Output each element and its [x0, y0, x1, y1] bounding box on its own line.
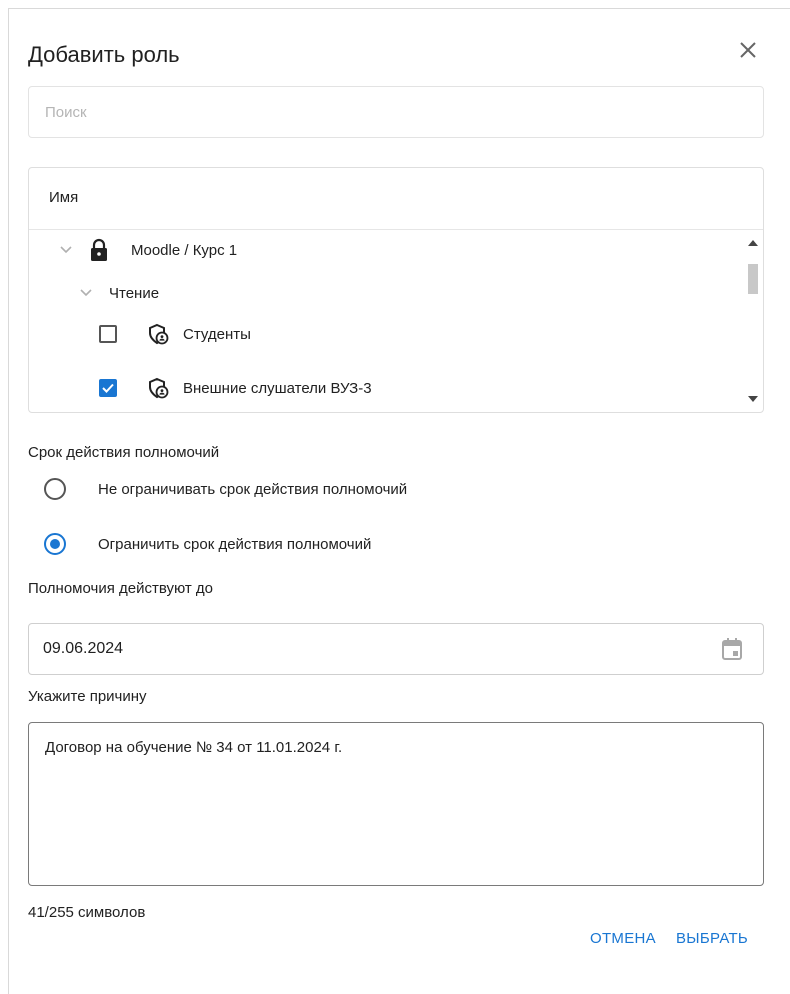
chevron-down-icon[interactable] [79, 286, 93, 300]
reason-label: Укажите причину [28, 688, 147, 705]
tree-row-root[interactable]: Moodle / Курс 1 [59, 238, 237, 262]
scroll-down-arrow-icon[interactable] [748, 396, 758, 402]
tree-root-label: Moodle / Курс 1 [131, 241, 238, 259]
tree-row-group[interactable]: Чтение [79, 283, 159, 303]
item-label: Студенты [183, 325, 251, 343]
char-counter: 41/255 символов [28, 904, 146, 921]
tree-item-row[interactable]: Студенты [99, 322, 251, 346]
radio-label: Ограничить срок действия полномочий [98, 535, 372, 553]
tree-scrollbar[interactable] [743, 230, 763, 412]
scroll-thumb[interactable] [748, 264, 758, 294]
item-checkbox-checked[interactable] [99, 379, 117, 397]
item-label: Внешние слушатели ВУЗ-3 [183, 379, 372, 397]
chevron-down-icon[interactable] [59, 243, 73, 257]
radio-label: Не ограничивать срок действия полномочий [98, 480, 408, 498]
radio-limited-term[interactable]: Ограничить срок действия полномочий [44, 533, 371, 555]
calendar-icon[interactable] [721, 637, 743, 661]
valid-until-date-field[interactable]: 09.06.2024 [28, 623, 764, 675]
close-icon[interactable] [736, 38, 760, 62]
search-input[interactable] [28, 86, 764, 138]
item-checkbox[interactable] [99, 325, 117, 343]
radio-button[interactable] [44, 478, 66, 500]
lock-icon [91, 238, 107, 261]
shield-user-icon [149, 377, 169, 399]
column-header-name: Имя [29, 168, 763, 230]
cancel-button[interactable]: ОТМЕНА [590, 930, 656, 947]
reason-textarea[interactable]: Договор на обучение № 34 от 11.01.2024 г… [28, 722, 764, 886]
term-label: Срок действия полномочий [28, 444, 220, 461]
radio-unlimited-term[interactable]: Не ограничивать срок действия полномочий [44, 478, 407, 500]
roles-table: Имя Moodle / Курс 1 Чтение Студенты Внеш… [28, 167, 764, 413]
shield-user-icon [149, 323, 169, 345]
select-button[interactable]: ВЫБРАТЬ [676, 930, 748, 947]
check-icon [102, 383, 114, 393]
valid-until-label: Полномочия действуют до [28, 580, 214, 597]
tree-group-label: Чтение [109, 284, 160, 302]
tree-item-row[interactable]: Внешние слушатели ВУЗ-3 [99, 376, 372, 400]
dialog-title: Добавить роль [28, 42, 180, 67]
scroll-up-arrow-icon[interactable] [748, 240, 758, 246]
radio-button-selected[interactable] [44, 533, 66, 555]
date-value[interactable]: 09.06.2024 [43, 640, 123, 658]
